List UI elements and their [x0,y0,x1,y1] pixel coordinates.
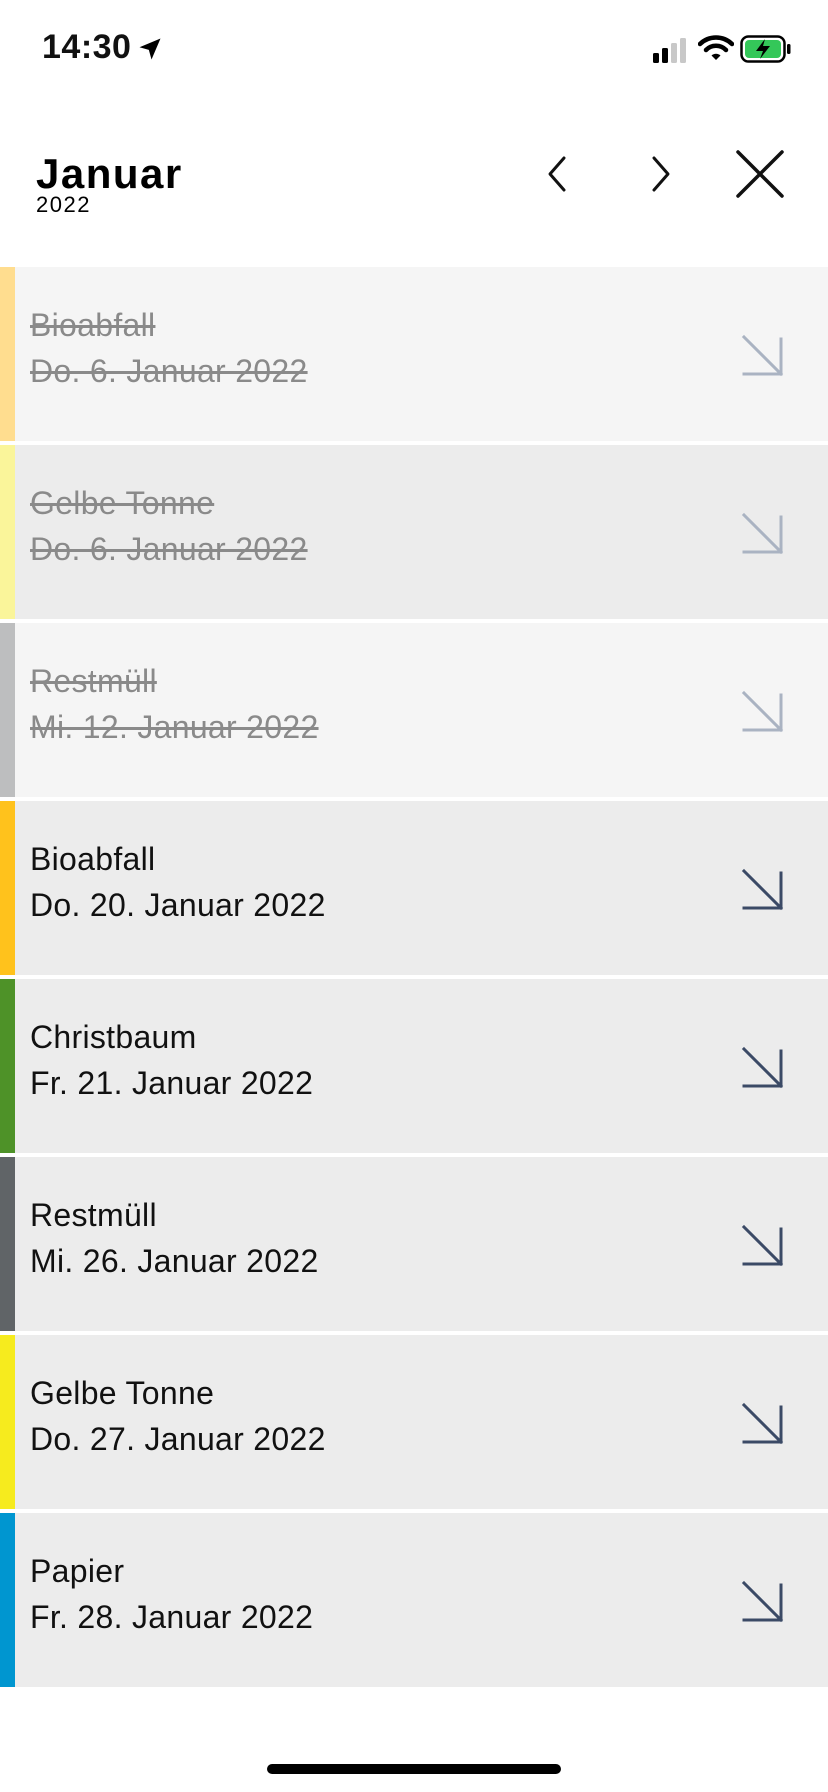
month-title: Januar [36,150,183,197]
pickup-list: Bioabfall Do. 6. Januar 2022 Gelbe Tonne Do… [0,267,828,1691]
location-arrow-icon [139,38,161,60]
pickup-date-label: Do. 27. Januar 2022 [30,1421,326,1457]
wifi-icon [698,35,734,60]
waste-type-label: Christbaum [30,1019,197,1055]
pickup-date-label: Mi. 12. Januar 2022 [30,709,319,745]
home-indicator [267,1764,561,1774]
arrow-down-right-icon [741,1046,784,1089]
arrow-down-right-icon [741,1402,784,1445]
waste-type-label: Restmüll [30,1197,157,1233]
close-icon [736,150,784,198]
waste-type-label: Papier [30,1553,125,1589]
close-button[interactable] [730,144,790,204]
waste-color-bar [0,267,15,441]
pickup-row[interactable]: Gelbe Tonne Do. 27. Januar 2022 [0,1335,828,1509]
arrow-down-right-icon [741,512,784,555]
waste-color-bar [0,1513,15,1687]
calendar-header: Januar 2022 [0,130,828,240]
cellular-signal-icon [653,38,686,63]
arrow-down-right-icon [741,334,784,377]
year-label: 2022 [36,192,91,217]
pickup-row[interactable]: Restmüll Mi. 12. Januar 2022 [0,623,828,797]
waste-type-label: Bioabfall [30,841,156,877]
waste-color-bar [0,445,15,619]
chevron-right-icon [652,156,670,192]
pickup-date-label: Do. 6. Januar 2022 [30,531,308,567]
pickup-row[interactable]: Restmüll Mi. 26. Januar 2022 [0,1157,828,1331]
arrow-down-right-icon [741,1224,784,1267]
pickup-row[interactable]: Christbaum Fr. 21. Januar 2022 [0,979,828,1153]
arrow-down-right-icon [741,690,784,733]
status-time: 14:30 [42,28,132,66]
waste-color-bar [0,1157,15,1331]
status-bar: 14:30 [0,0,828,100]
pickup-row[interactable]: Bioabfall Do. 20. Januar 2022 [0,801,828,975]
pickup-date-label: Fr. 28. Januar 2022 [30,1599,314,1635]
arrow-down-right-icon [741,1580,784,1623]
arrow-down-right-icon [741,868,784,911]
previous-month-button[interactable] [528,144,588,204]
waste-type-label: Restmüll [30,663,157,699]
screen: 14:30 Januar 2022 Bioabfall Do. 6. Janua… [0,0,828,1792]
pickup-date-label: Mi. 26. Januar 2022 [30,1243,319,1279]
pickup-date-label: Do. 6. Januar 2022 [30,353,308,389]
pickup-date-label: Do. 20. Januar 2022 [30,887,326,923]
waste-type-label: Bioabfall [30,307,156,343]
waste-type-label: Gelbe Tonne [30,485,215,521]
pickup-row[interactable]: Gelbe Tonne Do. 6. Januar 2022 [0,445,828,619]
waste-color-bar [0,979,15,1153]
waste-color-bar [0,1335,15,1509]
battery-charging-icon [740,35,791,63]
waste-color-bar [0,623,15,797]
pickup-row[interactable]: Bioabfall Do. 6. Januar 2022 [0,267,828,441]
pickup-date-label: Fr. 21. Januar 2022 [30,1065,314,1101]
next-month-button[interactable] [630,144,690,204]
waste-type-label: Gelbe Tonne [30,1375,215,1411]
waste-color-bar [0,801,15,975]
pickup-row[interactable]: Papier Fr. 28. Januar 2022 [0,1513,828,1687]
chevron-left-icon [548,156,566,192]
